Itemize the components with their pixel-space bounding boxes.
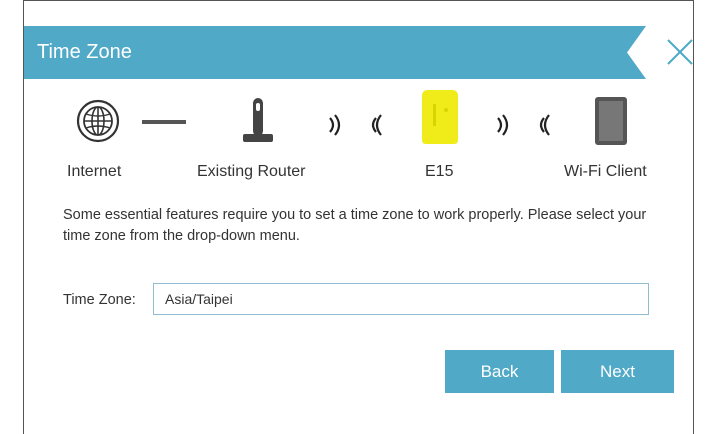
timezone-label: Time Zone: bbox=[63, 292, 136, 308]
wifi-waves-icon bbox=[329, 114, 382, 136]
device-label-extender: E15 bbox=[425, 163, 454, 180]
router-node bbox=[241, 96, 275, 149]
next-button[interactable]: Next bbox=[561, 350, 674, 393]
wifi-signal-left bbox=[326, 110, 386, 140]
internet-node bbox=[76, 99, 120, 148]
dialog-title: Time Zone bbox=[37, 41, 132, 63]
wired-link bbox=[142, 120, 186, 124]
dialog-header: Time Zone bbox=[24, 26, 646, 79]
description-text: Some essential features require you to s… bbox=[63, 207, 647, 244]
router-icon bbox=[243, 98, 273, 142]
close-icon bbox=[667, 39, 693, 65]
wifi-waves-icon bbox=[497, 114, 550, 136]
globe-icon bbox=[76, 99, 120, 143]
device-label-internet: Internet bbox=[67, 163, 122, 180]
close-button[interactable] bbox=[660, 32, 700, 72]
tablet-icon bbox=[595, 97, 627, 145]
device-label-router: Existing Router bbox=[197, 163, 306, 180]
timezone-select[interactable] bbox=[153, 283, 649, 315]
extender-node bbox=[419, 88, 461, 151]
back-button[interactable]: Back bbox=[445, 350, 554, 393]
client-node bbox=[594, 96, 628, 151]
device-label-client: Wi-Fi Client bbox=[564, 163, 647, 180]
extender-icon bbox=[422, 90, 458, 144]
wifi-signal-right bbox=[494, 110, 554, 140]
